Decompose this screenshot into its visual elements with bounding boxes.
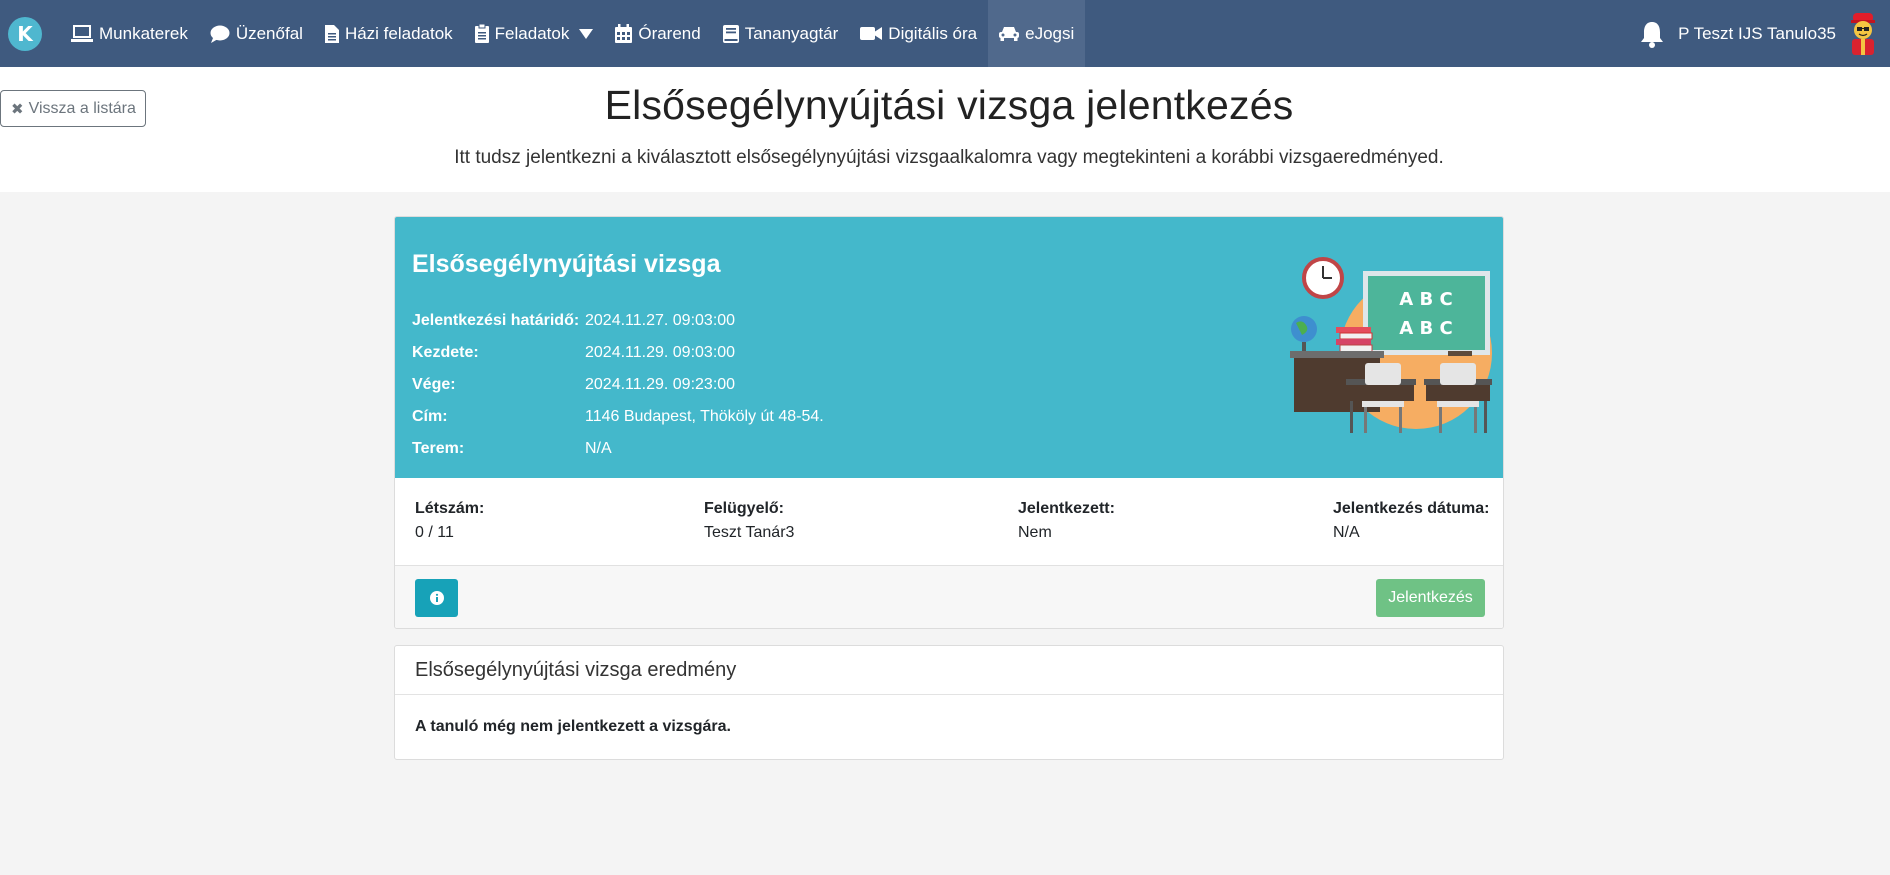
page-header: ✖ Vissza a listára Elsősegélynyújtási vi…: [0, 67, 1890, 192]
exam-field-address: Cím: 1146 Budapest, Thököly út 48-54.: [412, 408, 824, 425]
classroom-illustration: A B C A B C: [1290, 257, 1492, 433]
nav-item-hazi-feladatok[interactable]: Házi feladatok: [314, 0, 464, 67]
exam-field-room: Terem: N/A: [412, 440, 612, 457]
stat-application-date: Jelentkezés dátuma: N/A: [1333, 500, 1490, 541]
nav-item-munkaterek[interactable]: Munkaterek: [60, 0, 199, 67]
nav-item-uzenofal[interactable]: Üzenőfal: [199, 0, 314, 67]
exam-title: Elsősegélynyújtási vizsga: [412, 250, 721, 278]
nav-item-digitalis-ora[interactable]: Digitális óra: [849, 0, 988, 67]
nav-item-orarend[interactable]: Órarend: [604, 0, 711, 67]
exam-actions: Jelentkezés: [395, 566, 1503, 628]
stat-supervisor: Felügyelő: Teszt Tanár3: [704, 500, 795, 541]
top-navbar: K Munkaterek Üzenőfal Házi feladatok Fel…: [0, 0, 1890, 67]
svg-text:A B C: A B C: [1399, 318, 1452, 339]
laptop-icon: [71, 24, 93, 42]
bell-icon[interactable]: [1640, 20, 1664, 48]
chat-bubble-icon: [210, 25, 230, 43]
exam-field-end: Vége: 2024.11.29. 09:23:00: [412, 376, 736, 393]
exam-card-header: Elsősegélynyújtási vizsga Jelentkezési h…: [395, 217, 1503, 478]
exam-result-card: Elsősegélynyújtási vizsga eredmény A tan…: [394, 645, 1504, 760]
apply-button[interactable]: Jelentkezés: [1376, 579, 1485, 617]
exam-card: Elsősegélynyújtási vizsga Jelentkezési h…: [394, 216, 1504, 629]
exam-field-start: Kezdete: 2024.11.29. 09:03:00: [412, 344, 736, 361]
caret-down-icon: [579, 28, 594, 39]
svg-text:A B C: A B C: [1399, 289, 1452, 310]
nav-item-tananyagtar[interactable]: Tananyagtár: [712, 0, 850, 67]
car-icon: [999, 27, 1020, 41]
page-title: Elsősegélynyújtási vizsga jelentkezés: [604, 82, 1294, 128]
nav-item-ejogsi[interactable]: eJogsi: [988, 0, 1086, 67]
info-icon: [429, 591, 444, 605]
calendar-icon: [615, 24, 633, 43]
exam-result-message: A tanuló még nem jelentkezett a vizsgára…: [415, 718, 731, 735]
book-icon: [722, 24, 739, 43]
page-subtitle: Itt tudsz jelentkezni a kiválasztott els…: [454, 147, 1444, 168]
avatar[interactable]: [1846, 11, 1880, 57]
stat-applied: Jelentkezett: Nem: [1018, 500, 1115, 541]
nav-user-area: P Teszt IJS Tanulo35: [1640, 0, 1890, 67]
info-button[interactable]: [415, 579, 458, 617]
exam-stats: Létszám: 0 / 11 Felügyelő: Teszt Tanár3 …: [395, 478, 1503, 566]
user-name[interactable]: P Teszt IJS Tanulo35: [1678, 24, 1836, 44]
nav-item-feladatok[interactable]: Feladatok: [464, 0, 605, 67]
video-camera-icon: [860, 27, 883, 40]
brand-logo[interactable]: K: [8, 16, 42, 51]
stat-headcount: Létszám: 0 / 11: [415, 500, 485, 541]
exam-result-title: Elsősegélynyújtási vizsga eredmény: [395, 646, 1503, 695]
exam-field-deadline: Jelentkezési határidő: 2024.11.27. 09:03…: [412, 312, 736, 329]
document-icon: [324, 24, 339, 43]
clipboard-icon: [474, 24, 489, 43]
